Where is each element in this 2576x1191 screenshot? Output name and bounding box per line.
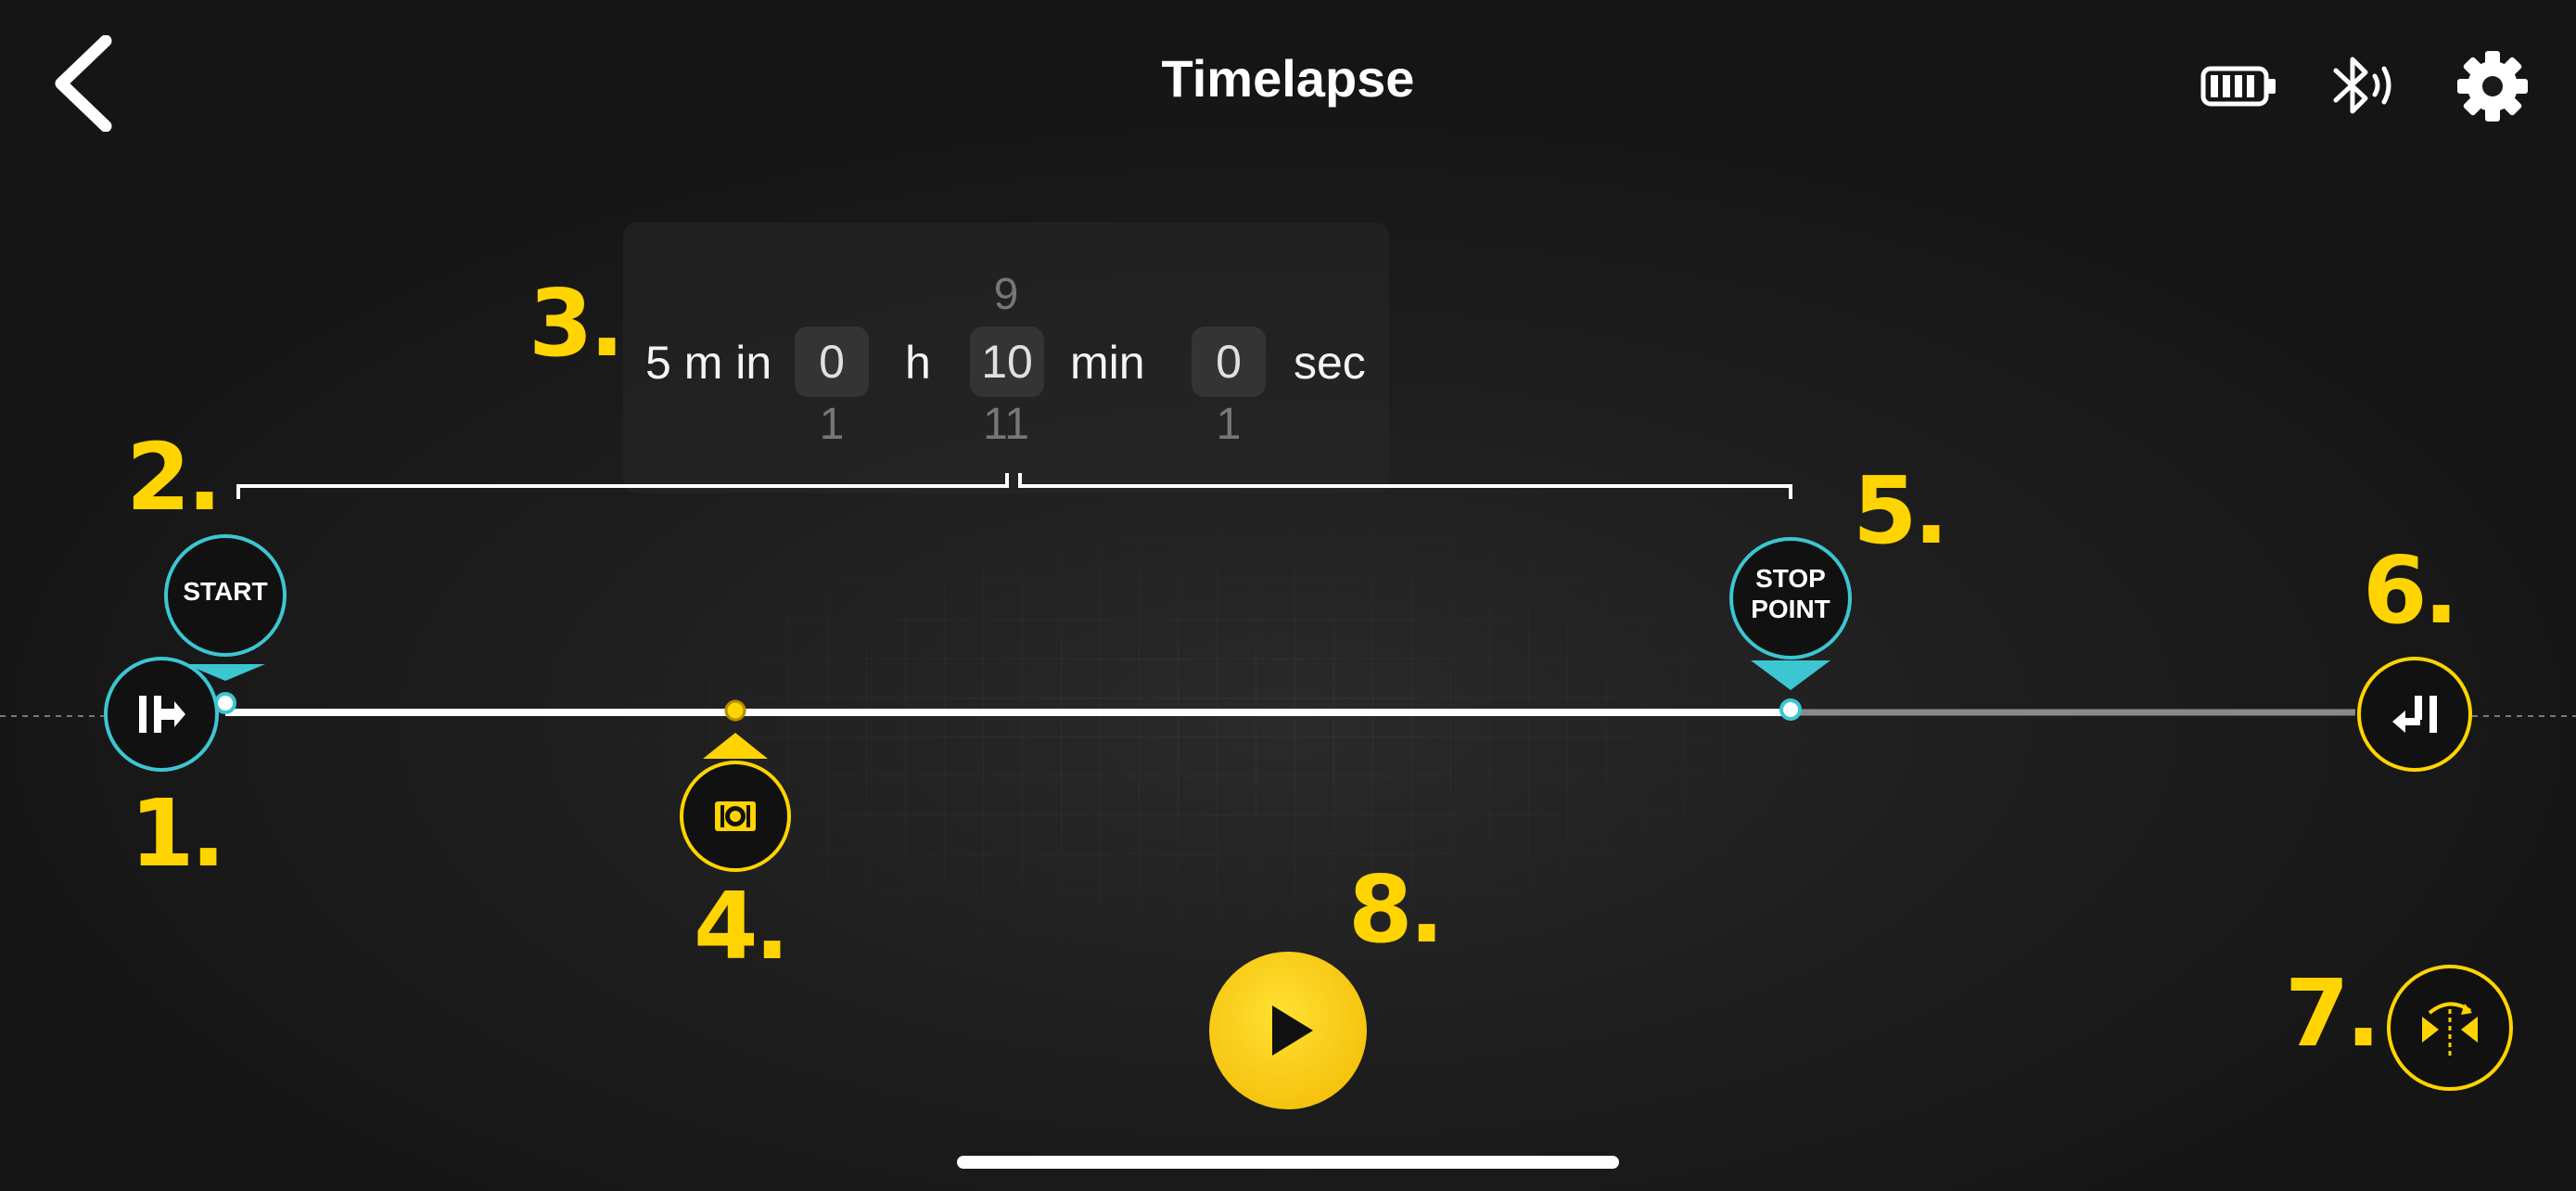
callout-8: 8. [1348, 855, 1445, 964]
home-indicator[interactable] [957, 1156, 1619, 1169]
callout-1: 1. [130, 779, 226, 888]
callout-5: 5. [1853, 456, 1949, 565]
duration-bracket-left [236, 473, 1009, 499]
go-to-start-icon [139, 696, 185, 733]
go-to-end-button[interactable] [2357, 657, 2472, 772]
play-icon [1272, 1005, 1313, 1056]
duration-bracket-right [1018, 473, 1792, 499]
callout-3: 3. [529, 269, 625, 378]
stop-point-marker[interactable] [1731, 539, 1850, 658]
go-to-start-button[interactable] [104, 657, 219, 772]
flip-direction-button[interactable] [2387, 965, 2513, 1091]
flip-direction-icon [2422, 1002, 2478, 1056]
callout-4: 4. [694, 872, 790, 980]
play-button[interactable] [1209, 952, 1367, 1109]
callout-2: 2. [126, 423, 223, 531]
start-point-marker[interactable] [166, 536, 285, 655]
keyframe-button[interactable] [680, 761, 791, 872]
callout-6: 6. [2363, 536, 2459, 645]
go-to-end-icon [2392, 696, 2437, 733]
callout-7: 7. [2285, 959, 2381, 1068]
camera-keyframe-icon [715, 801, 756, 831]
